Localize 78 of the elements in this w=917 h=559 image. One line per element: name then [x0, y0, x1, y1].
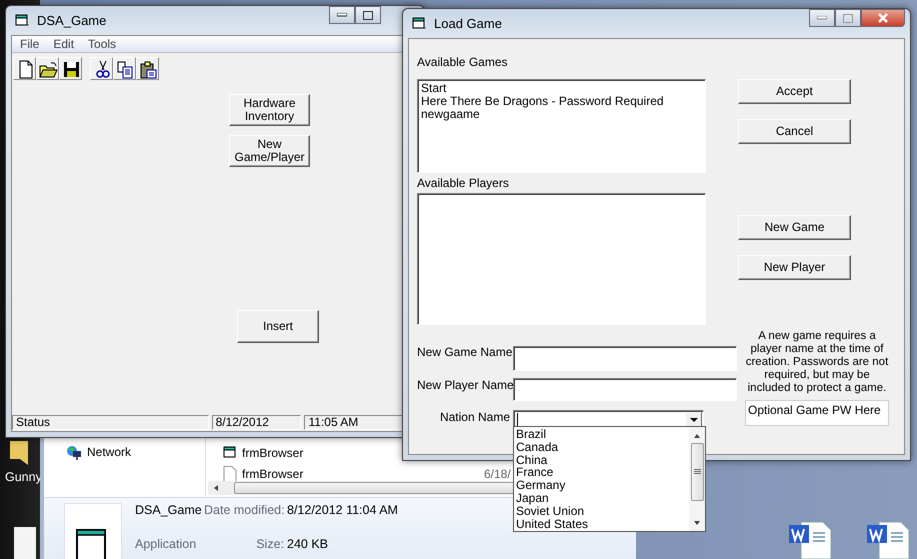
close-icon	[877, 13, 889, 23]
dialog-button[interactable]: Cancel	[738, 119, 851, 144]
dropdown-option[interactable]: Canada	[516, 440, 687, 454]
file-size: 240 KB	[287, 536, 328, 550]
list-item[interactable]: Start	[421, 82, 702, 95]
dropdown-option[interactable]: Brazil	[516, 428, 687, 441]
dropdown-option[interactable]: Japan	[516, 492, 687, 505]
dialog-button[interactable]: Accept	[738, 79, 851, 104]
window-file-icon	[223, 446, 237, 459]
menu-item[interactable]: Tools	[88, 37, 116, 52]
grip-icon	[694, 469, 700, 475]
dropdown-option[interactable]: France	[516, 466, 687, 480]
document-icon[interactable]	[787, 521, 833, 559]
status-panel: Status	[12, 415, 209, 430]
scroll-left-icon[interactable]	[212, 484, 220, 492]
dialog-button[interactable]: New Player	[738, 255, 851, 280]
status-panel: 8/12/2012	[212, 415, 302, 430]
maximize-button[interactable]	[355, 6, 381, 24]
save-tool-button[interactable]	[59, 57, 82, 80]
globe-icon	[66, 445, 82, 460]
minimize-button[interactable]	[329, 6, 355, 24]
dropdown-option[interactable]: Germany	[516, 479, 687, 492]
list-item[interactable]: Here There Be Dragons - Password Required	[421, 95, 702, 108]
minimize-button[interactable]	[809, 9, 835, 27]
form-button[interactable]: New Game/Player	[229, 135, 310, 167]
application-icon	[64, 503, 122, 559]
file-name[interactable]: frmBrowser	[242, 466, 304, 480]
copy-tool-button[interactable]	[113, 57, 136, 80]
vertical-scrollbar[interactable]	[689, 427, 705, 531]
minimize-icon	[817, 16, 827, 20]
new-player-name-field[interactable]	[513, 378, 737, 401]
open-tool-button[interactable]	[36, 57, 59, 80]
field-label: New Game Name	[417, 345, 510, 359]
maximize-icon	[843, 14, 853, 22]
minimize-icon	[337, 13, 347, 17]
file-name: DSA_Game	[135, 503, 202, 517]
password-field[interactable]: Optional Game PW Here	[745, 400, 889, 426]
dialog-button[interactable]: New Game	[738, 215, 851, 240]
folder-icon[interactable]	[10, 441, 30, 465]
document-icon[interactable]	[865, 521, 911, 559]
nav-item[interactable]: Network	[87, 445, 132, 459]
field-label: Size:	[256, 536, 285, 550]
dropdown-option[interactable]: Soviet Union	[516, 504, 687, 518]
maximize-button[interactable]	[835, 9, 861, 27]
cut-tool-button[interactable]	[90, 57, 113, 80]
scroll-up-icon[interactable]	[693, 432, 701, 440]
app-icon	[412, 17, 426, 30]
window-title: DSA_Game	[37, 13, 106, 28]
games-list[interactable]: Start Here There Be Dragons - Password Required newgaame	[417, 79, 706, 173]
paste-tool-button[interactable]	[136, 57, 159, 80]
file-icon	[223, 466, 237, 482]
list-label: Available Players	[417, 176, 510, 190]
players-list[interactable]	[417, 193, 706, 325]
date-modified: 8/12/2012 11:04 AM	[287, 503, 398, 517]
help-text: A new game requires a player name at the time of creation. Passwords are not required, but may be included to protect a game.	[745, 330, 889, 395]
file-name[interactable]: frmBrowser	[242, 446, 304, 460]
scroll-down-icon[interactable]	[693, 519, 701, 527]
scroll-thumb[interactable]	[690, 443, 704, 501]
window-title: Load Game	[434, 16, 502, 31]
dropdown-option[interactable]: China	[516, 454, 687, 466]
close-button[interactable]	[861, 9, 905, 27]
list-label: Available Games	[417, 55, 508, 69]
desktop-icon-label[interactable]: Gunny	[5, 470, 42, 484]
app-icon	[15, 14, 29, 27]
file-date: 6/18/	[484, 467, 511, 481]
new-game-name-field[interactable]	[513, 346, 737, 371]
field-label: Nation Name	[438, 410, 510, 424]
list-item[interactable]: newgaame	[421, 108, 702, 121]
field-label: Date modified:	[204, 503, 285, 517]
menu-item[interactable]: Edit	[53, 37, 74, 52]
dropdown-option[interactable]: United States	[516, 518, 687, 530]
form-button[interactable]: Hardware Inventory	[229, 94, 310, 126]
caret-icon	[690, 418, 698, 422]
new-tool-button[interactable]	[13, 57, 36, 80]
file-type: Application	[135, 536, 196, 550]
form-button[interactable]: Insert	[237, 310, 319, 343]
menu-item[interactable]: File	[20, 37, 40, 52]
maximize-icon	[363, 10, 373, 20]
